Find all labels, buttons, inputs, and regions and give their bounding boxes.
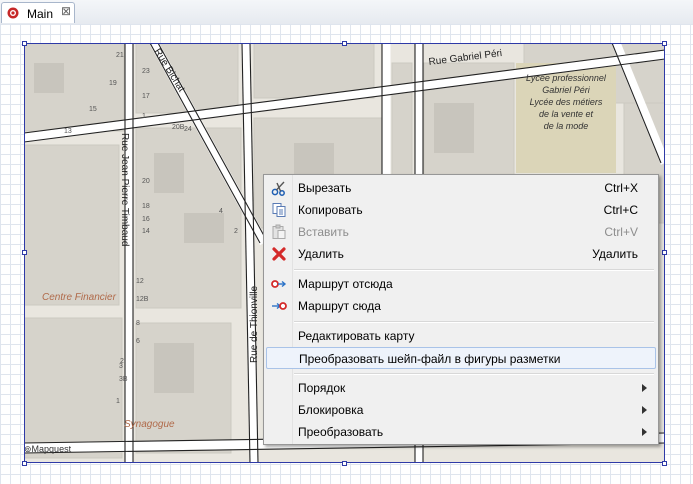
route-to-icon [272, 302, 287, 310]
street-label: Rue Jean Pierre Timbaud [119, 133, 130, 246]
svg-text:20B: 20B [172, 124, 185, 131]
menu-item-label: Маршрут сюда [298, 299, 381, 313]
menu-item-convert-shapefile[interactable]: Преобразовать шейп-файл в фигуры разметк… [266, 347, 656, 369]
menu-item-route-to[interactable]: Маршрут сюда [266, 295, 656, 317]
svg-text:4: 4 [219, 208, 223, 215]
resize-handle-e[interactable] [662, 250, 667, 255]
menu-item-label: Маршрут отсюда [298, 277, 393, 291]
menu-item-label: Преобразовать [298, 425, 384, 439]
map-attribution: ⊚Mapquest [24, 444, 72, 454]
resize-handle-se[interactable] [662, 461, 667, 466]
place-label: Lycée des métiers [530, 97, 603, 107]
place-label: Centre Financier [42, 292, 117, 303]
menu-item-label: Вырезать [298, 181, 352, 195]
svg-text:21: 21 [116, 52, 124, 59]
menu-item-lock[interactable]: Блокировка [266, 399, 656, 421]
resize-handle-s[interactable] [342, 461, 347, 466]
delete-icon [272, 247, 286, 261]
svg-text:14: 14 [142, 228, 150, 235]
svg-text:23: 23 [142, 68, 150, 75]
tab-bar: Main ⊠ [0, 0, 693, 25]
place-label: de la mode [544, 121, 589, 131]
resize-handle-ne[interactable] [662, 41, 667, 46]
resize-handle-nw[interactable] [22, 41, 27, 46]
app-icon [7, 7, 19, 19]
svg-text:18: 18 [142, 203, 150, 210]
svg-text:16: 16 [142, 216, 150, 223]
menu-item-label: Копировать [298, 203, 363, 217]
mapquest-logo: ⊚ [24, 444, 32, 454]
menu-item-order[interactable]: Порядок [266, 377, 656, 399]
place-label: Gabriel Péri [542, 85, 591, 95]
menu-item-edit-map[interactable]: Редактировать карту [266, 325, 656, 347]
menu-item-shortcut: Ctrl+C [603, 203, 638, 217]
menu-item-route-from[interactable]: Маршрут отсюда [266, 273, 656, 295]
svg-text:1: 1 [116, 398, 120, 405]
svg-text:19: 19 [109, 80, 117, 87]
svg-text:3: 3 [119, 363, 123, 370]
submenu-arrow-icon [642, 406, 647, 414]
svg-text:15: 15 [89, 106, 97, 113]
resize-handle-n[interactable] [342, 41, 347, 46]
place-label: Lycée professionnel [526, 73, 607, 83]
menu-item-shortcut: Ctrl+V [604, 225, 638, 239]
svg-text:6: 6 [136, 338, 140, 345]
menu-item-shortcut: Удалить [592, 247, 638, 261]
menu-item-copy[interactable]: Копировать Ctrl+C [266, 199, 656, 221]
copy-icon [272, 203, 286, 217]
svg-text:20: 20 [142, 178, 150, 185]
route-from-icon [271, 280, 287, 288]
menu-item-label: Блокировка [298, 403, 364, 417]
close-tab-icon[interactable]: ⊠ [61, 5, 73, 17]
menu-item-cut[interactable]: Вырезать Ctrl+X [266, 177, 656, 199]
street-label: Rue de Thionville [249, 285, 260, 363]
menu-item-label: Удалить [298, 247, 344, 261]
scissors-icon [271, 181, 285, 196]
svg-text:17: 17 [142, 93, 150, 100]
menu-item-label: Вставить [298, 225, 349, 239]
menu-item-shortcut: Ctrl+X [604, 181, 638, 195]
tab-main[interactable]: Main ⊠ [1, 2, 75, 23]
submenu-arrow-icon [642, 384, 647, 392]
menu-item-label: Порядок [298, 381, 346, 395]
svg-text:24: 24 [184, 126, 192, 133]
svg-text:2: 2 [234, 228, 238, 235]
svg-text:3B: 3B [119, 376, 128, 383]
submenu-arrow-icon [642, 428, 647, 436]
menu-item-label: Преобразовать шейп-файл в фигуры разметк… [299, 352, 561, 366]
resize-handle-w[interactable] [22, 250, 27, 255]
svg-text:13: 13 [64, 128, 72, 135]
menu-separator [294, 269, 654, 271]
menu-separator [294, 373, 654, 375]
menu-item-label: Редактировать карту [298, 329, 415, 343]
menu-separator [294, 321, 654, 323]
resize-handle-sw[interactable] [22, 461, 27, 466]
menu-item-paste[interactable]: Вставить Ctrl+V [266, 221, 656, 243]
svg-text:1: 1 [142, 113, 146, 120]
tab-title: Main [27, 7, 54, 21]
menu-item-transform[interactable]: Преобразовать [266, 421, 656, 443]
svg-text:12: 12 [136, 278, 144, 285]
svg-text:8: 8 [136, 320, 140, 327]
place-label: Synagogue [124, 419, 175, 430]
menu-item-delete[interactable]: Удалить Удалить [266, 243, 656, 265]
svg-text:12B: 12B [136, 296, 149, 303]
paste-icon [272, 224, 286, 239]
place-label: de la vente et [539, 109, 594, 119]
context-menu: Вырезать Ctrl+X Копировать Ctrl+C Встави… [263, 174, 659, 445]
